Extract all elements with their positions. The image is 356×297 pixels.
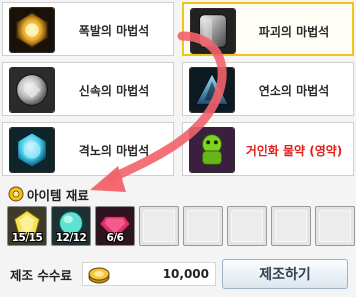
material-slot-empty[interactable] (139, 206, 179, 246)
recipe-label: 파괴의 마법석 (258, 24, 330, 39)
materials-title: 아이템 재료 (27, 187, 89, 203)
recipe-label: 신속의 마법석 (78, 83, 150, 98)
recipe-combustion[interactable]: 연소의 마법석 (182, 62, 354, 116)
crafting-panel: 폭발의 마법석 파괴의 마법석 신속의 마법석 연소의 마법석 격노의 마법석 … (0, 0, 356, 297)
recipe-explosion[interactable]: 폭발의 마법석 (2, 2, 174, 56)
recipe-grid: 폭발의 마법석 파괴의 마법석 신속의 마법석 연소의 마법석 격노의 마법석 … (2, 2, 354, 176)
swiftness-magic-stone-icon (9, 67, 55, 113)
material-count: 6/6 (106, 232, 124, 244)
material-slot[interactable]: 6/6 (95, 206, 135, 246)
materials-icon (8, 186, 24, 202)
material-slot[interactable]: 12/12 (51, 206, 91, 246)
craft-button[interactable]: 제조하기 (222, 259, 348, 289)
recipe-rage[interactable]: 격노의 마법석 (2, 122, 174, 176)
material-slot-empty[interactable] (183, 206, 223, 246)
materials-section-title: 아이템 재료 (8, 184, 89, 204)
recipe-label: 연소의 마법석 (258, 83, 330, 98)
destruction-magic-stone-icon (190, 8, 236, 54)
explosion-magic-stone-icon (9, 7, 55, 53)
material-slot-empty[interactable] (315, 206, 355, 246)
material-count: 15/15 (11, 232, 43, 244)
recipe-label: 격노의 마법석 (78, 143, 150, 158)
combustion-magic-stone-icon (189, 67, 235, 113)
material-count: 12/12 (55, 232, 87, 244)
fee-box: 10,000 (82, 262, 216, 286)
giant-potion-icon (189, 127, 235, 173)
recipe-giant-potion[interactable]: 거인화 물약 (영약) (182, 122, 354, 176)
fee-value: 10,000 (162, 267, 209, 281)
material-slot-empty[interactable] (227, 206, 267, 246)
recipe-destruction[interactable]: 파괴의 마법석 (182, 2, 354, 56)
materials-slots: 15/15 12/12 6/6 (7, 206, 355, 254)
gold-coin-icon (88, 267, 110, 284)
recipe-label: 거인화 물약 (영약) (245, 143, 343, 158)
rage-magic-stone-icon (9, 127, 55, 173)
recipe-swiftness[interactable]: 신속의 마법석 (2, 62, 174, 116)
recipe-label: 폭발의 마법석 (78, 23, 150, 38)
fee-label: 제조 수수료 (10, 267, 72, 283)
material-slot[interactable]: 15/15 (7, 206, 47, 246)
material-slot-empty[interactable] (271, 206, 311, 246)
